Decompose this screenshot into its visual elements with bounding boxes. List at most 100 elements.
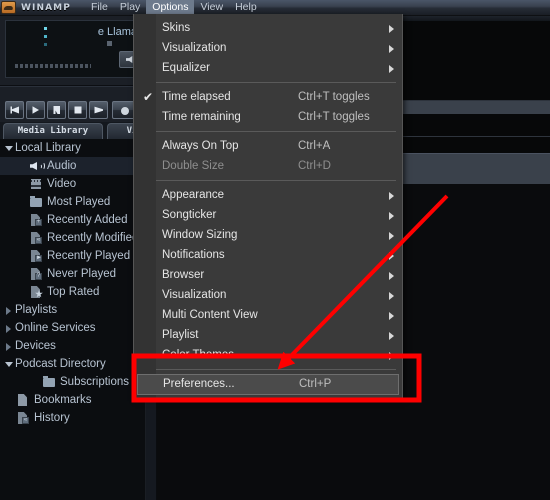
menu-item-playlist[interactable]: Playlist [134, 325, 402, 345]
menu-item-label: Songticker [162, 209, 217, 221]
sidebar-item-label: Audio [47, 160, 77, 172]
chevron-right-icon [389, 45, 394, 53]
stop-icon [74, 106, 81, 114]
menu-item-appearance[interactable]: Appearance [134, 185, 402, 205]
menu-item-shortcut: Ctrl+A [298, 140, 331, 152]
sidebar-item-label: Devices [15, 340, 56, 352]
previous-icon [10, 106, 19, 114]
sidebar-item-video[interactable]: Video [0, 175, 145, 193]
chevron-right-icon [389, 212, 394, 220]
play-icon [32, 106, 39, 114]
doc-star-icon [28, 285, 44, 299]
sidebar-item-label: Video [47, 178, 77, 190]
sidebar-item-label: Recently Modified [47, 232, 139, 244]
menu-item-songticker[interactable]: Songticker [134, 205, 402, 225]
seek-bar[interactable] [15, 64, 91, 68]
menu-item-multi-content-view[interactable]: Multi Content View [134, 305, 402, 325]
doc-rewind-icon: « [15, 411, 31, 425]
chevron-down-icon[interactable] [4, 139, 15, 157]
sidebar-item-devices[interactable]: Devices [0, 337, 145, 355]
visualizer-icon [44, 27, 48, 53]
menu-item-color-themes[interactable]: Color Themes [134, 345, 402, 365]
sidebar-item-recently-added[interactable]: + Recently Added [0, 211, 145, 229]
stop-button[interactable] [68, 101, 87, 119]
winamp-lightning-icon[interactable] [1, 1, 16, 14]
sidebar-item-playlists[interactable]: Playlists [0, 301, 145, 319]
sidebar-item-top-rated[interactable]: Top Rated [0, 283, 145, 301]
menu-item-shortcut: Ctrl+T toggles [298, 111, 370, 123]
speaker-icon [28, 159, 45, 173]
chevron-right-icon [389, 232, 394, 240]
sidebar-item-online-services[interactable]: Online Services [0, 319, 145, 337]
menu-item-notifications[interactable]: Notifications [134, 245, 402, 265]
menu-item-double-size: Double Size Ctrl+D [134, 156, 402, 176]
chevron-right-icon [389, 312, 394, 320]
sidebar-item-label: Bookmarks [34, 394, 92, 406]
menubar-item-options[interactable]: Options [146, 0, 195, 15]
sidebar-item-label: History [34, 412, 70, 424]
menu-item-skins[interactable]: Skins [134, 18, 402, 38]
chevron-right-icon [389, 252, 394, 260]
menubar-item-play[interactable]: Play [114, 0, 146, 15]
sidebar-item-history[interactable]: «History [0, 409, 145, 427]
menu-item-shortcut: Ctrl+P [299, 378, 332, 390]
next-icon [94, 106, 103, 114]
sidebar-item-local-library[interactable]: Local Library [0, 139, 145, 157]
menu-item-visualization[interactable]: Visualization [134, 38, 402, 58]
menu-item-label: Time elapsed [162, 91, 231, 103]
sidebar-item-label: Local Library [15, 142, 81, 154]
menu-item-label: Visualization [162, 289, 227, 301]
doc-plus-icon: + [28, 213, 44, 227]
menu-item-preferences[interactable]: Preferences... Ctrl+P [137, 374, 399, 395]
options-dropdown-menu: Skins Visualization Equalizer ✔ Time elapsed… [133, 14, 403, 399]
chevron-down-icon[interactable] [4, 355, 15, 373]
chevron-right-icon[interactable] [4, 319, 15, 337]
sidebar-item-label: Recently Played [47, 250, 131, 262]
display-indicator-icon [107, 41, 112, 46]
sidebar-item-label: Most Played [47, 196, 111, 208]
play-button[interactable] [26, 101, 45, 119]
menu-item-visualization[interactable]: Visualization [134, 285, 402, 305]
check-icon: ✔ [142, 90, 154, 104]
player-display: e Llama [5, 20, 140, 78]
menu-item-label: Window Sizing [162, 229, 238, 241]
sidebar-item-bookmarks[interactable]: Bookmarks [0, 391, 145, 409]
menu-item-equalizer[interactable]: Equalizer [134, 58, 402, 78]
pause-button[interactable] [47, 101, 66, 119]
menubar-item-help[interactable]: Help [229, 0, 263, 15]
chevron-right-icon[interactable] [4, 301, 15, 319]
menu-item-label: Time remaining [162, 111, 241, 123]
chevron-right-icon[interactable] [4, 337, 15, 355]
menubar-item-view[interactable]: View [194, 0, 229, 15]
menu-separator [140, 131, 396, 132]
sidebar-item-never-played[interactable]: ? Never Played [0, 265, 145, 283]
menu-item-label: Appearance [162, 189, 225, 201]
menu-item-time-elapsed[interactable]: ✔ Time elapsed Ctrl+T toggles [134, 87, 402, 107]
sidebar-item-recently-played[interactable]: ► Recently Played [0, 247, 145, 265]
menubar: File Play Options View Help [85, 0, 263, 15]
menu-item-always-on-top[interactable]: Always On Top Ctrl+A [134, 136, 402, 156]
sidebar-item-most-played[interactable]: Most Played [0, 193, 145, 211]
next-track-button[interactable] [89, 101, 108, 119]
menu-item-label: Playlist [162, 329, 199, 341]
tab-media-library[interactable]: Media Library [3, 123, 103, 139]
previous-track-button[interactable] [5, 101, 24, 119]
chevron-right-icon [389, 272, 394, 280]
doc-play-icon: ► [28, 249, 44, 263]
sidebar-item-podcast-directory[interactable]: Podcast Directory [0, 355, 145, 373]
menu-item-window-sizing[interactable]: Window Sizing [134, 225, 402, 245]
menubar-item-file[interactable]: File [85, 0, 114, 15]
menu-item-time-remaining[interactable]: Time remaining Ctrl+T toggles [134, 107, 402, 127]
now-playing-title: e Llama [97, 26, 137, 38]
sidebar-item-audio[interactable]: Audio [0, 157, 145, 175]
sidebar-item-recently-modified[interactable]: «Recently Modified [0, 229, 145, 247]
menu-item-shortcut: Ctrl+D [298, 160, 331, 172]
sidebar-item-subscriptions[interactable]: Subscriptions [0, 373, 145, 391]
menu-item-browser[interactable]: Browser [134, 265, 402, 285]
